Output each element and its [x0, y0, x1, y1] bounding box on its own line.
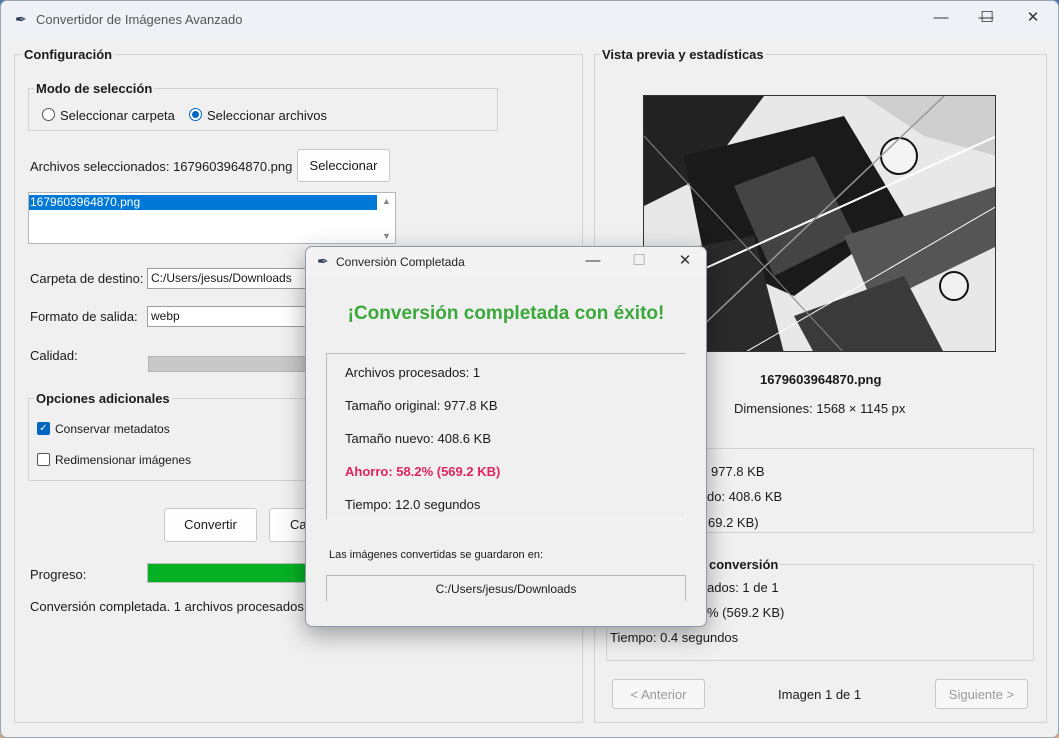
- dialog-saved-in-label: Las imágenes convertidas se guardaron en…: [329, 549, 544, 561]
- dialog-heading: ¡Conversión completada con éxito!: [347, 303, 665, 324]
- dialog-titlebar: ✒ Conversión Completada — ☐ ✕: [306, 247, 706, 277]
- feather-icon: ✒: [317, 253, 329, 269]
- titlebar: ✒ Convertidor de Imágenes Avanzado —: [1, 1, 1058, 37]
- close-button[interactable]: ✕: [1010, 1, 1056, 35]
- selection-mode-title: Modo de selección: [34, 81, 155, 96]
- additional-options-frame: [28, 398, 328, 481]
- next-button[interactable]: Siguiente >: [935, 679, 1028, 709]
- file-listbox[interactable]: 1679603964870.png ▲ ▼: [28, 192, 396, 244]
- select-button[interactable]: Seleccionar: [297, 149, 390, 182]
- dialog-close-button[interactable]: ✕: [662, 247, 708, 275]
- format-label: Formato de salida:: [30, 309, 138, 324]
- radio-select-folder[interactable]: [42, 108, 55, 121]
- dialog-maximize-button: ☐: [632, 252, 646, 269]
- dialog-time: Tiempo: 12.0 segundos: [345, 497, 481, 512]
- progress-bar: [147, 563, 317, 583]
- file-list-scrollbar[interactable]: ▲ ▼: [378, 193, 395, 243]
- scroll-down-icon[interactable]: ▼: [382, 231, 391, 241]
- cancel-button[interactable]: Ca: [269, 508, 309, 542]
- radio-select-folder-label[interactable]: Seleccionar carpeta: [60, 108, 175, 123]
- preview-dimensions: Dimensiones: 1568 × 1145 px: [734, 401, 906, 416]
- dialog-files-processed: Archivos procesados: 1: [345, 365, 481, 380]
- feather-icon: ✒: [15, 11, 27, 27]
- list-item[interactable]: 1679603964870.png: [29, 195, 377, 210]
- destination-input[interactable]: C:/Users/jesus/Downloads: [147, 268, 317, 289]
- conv-saving: % (569.2 KB): [707, 605, 785, 620]
- dialog-title: Conversión Completada: [336, 255, 465, 269]
- resize-images-checkbox[interactable]: [37, 453, 50, 466]
- format-select[interactable]: webp: [147, 306, 317, 327]
- previous-button[interactable]: < Anterior: [612, 679, 705, 709]
- dialog-saved-path: C:/Users/jesus/Downloads: [326, 575, 686, 601]
- radio-select-files-label[interactable]: Seleccionar archivos: [207, 108, 327, 123]
- dialog-minimize-button[interactable]: —: [570, 247, 616, 275]
- preserve-metadata-label[interactable]: Conservar metadatos: [55, 422, 170, 436]
- dialog-saving: Ahorro: 58.2% (569.2 KB): [345, 464, 501, 479]
- stats-saving: 69.2 KB): [708, 515, 759, 530]
- dialog-new-size: Tamaño nuevo: 408.6 KB: [345, 431, 491, 446]
- status-text: Conversión completada. 1 archivos proces…: [30, 599, 308, 614]
- config-title: Configuración: [22, 47, 115, 62]
- conversion-complete-dialog: ✒ Conversión Completada — ☐ ✕ ¡Conversió…: [305, 246, 707, 627]
- scroll-up-icon[interactable]: ▲: [382, 196, 391, 206]
- progress-bar-fill: [148, 564, 316, 582]
- progress-label: Progreso:: [30, 567, 87, 582]
- destination-label: Carpeta de destino:: [30, 271, 144, 286]
- conv-files-processed: ados: 1 de 1: [707, 580, 779, 595]
- maximize-button[interactable]: ☐: [964, 1, 1010, 35]
- conversion-title: conversión: [707, 557, 781, 572]
- selected-files-label: Archivos seleccionados: 1679603964870.pn…: [30, 159, 293, 174]
- quality-slider[interactable]: [148, 356, 318, 372]
- resize-images-label[interactable]: Redimensionar imágenes: [55, 453, 191, 467]
- convert-button[interactable]: Convertir: [164, 508, 257, 542]
- window-title: Convertidor de Imágenes Avanzado: [36, 12, 243, 27]
- conv-time: Tiempo: 0.4 segundos: [610, 630, 739, 645]
- radio-select-files[interactable]: [189, 108, 202, 121]
- stats-original-size: 977.8 KB: [711, 464, 765, 479]
- dialog-original-size: Tamaño original: 977.8 KB: [345, 398, 498, 413]
- additional-options-title: Opciones adicionales: [34, 391, 172, 406]
- dialog-summary-box: Archivos procesados: 1 Tamaño original: …: [326, 353, 686, 520]
- minimize-button-glyph[interactable]: —: [918, 1, 964, 35]
- preserve-metadata-checkbox[interactable]: ✓: [37, 422, 50, 435]
- page-indicator: Imagen 1 de 1: [778, 687, 862, 702]
- preview-title: Vista previa y estadísticas: [600, 47, 766, 62]
- preview-file-name: 1679603964870.png: [760, 372, 882, 387]
- quality-label: Calidad:: [30, 348, 78, 363]
- stats-new-size: do: 408.6 KB: [707, 489, 783, 504]
